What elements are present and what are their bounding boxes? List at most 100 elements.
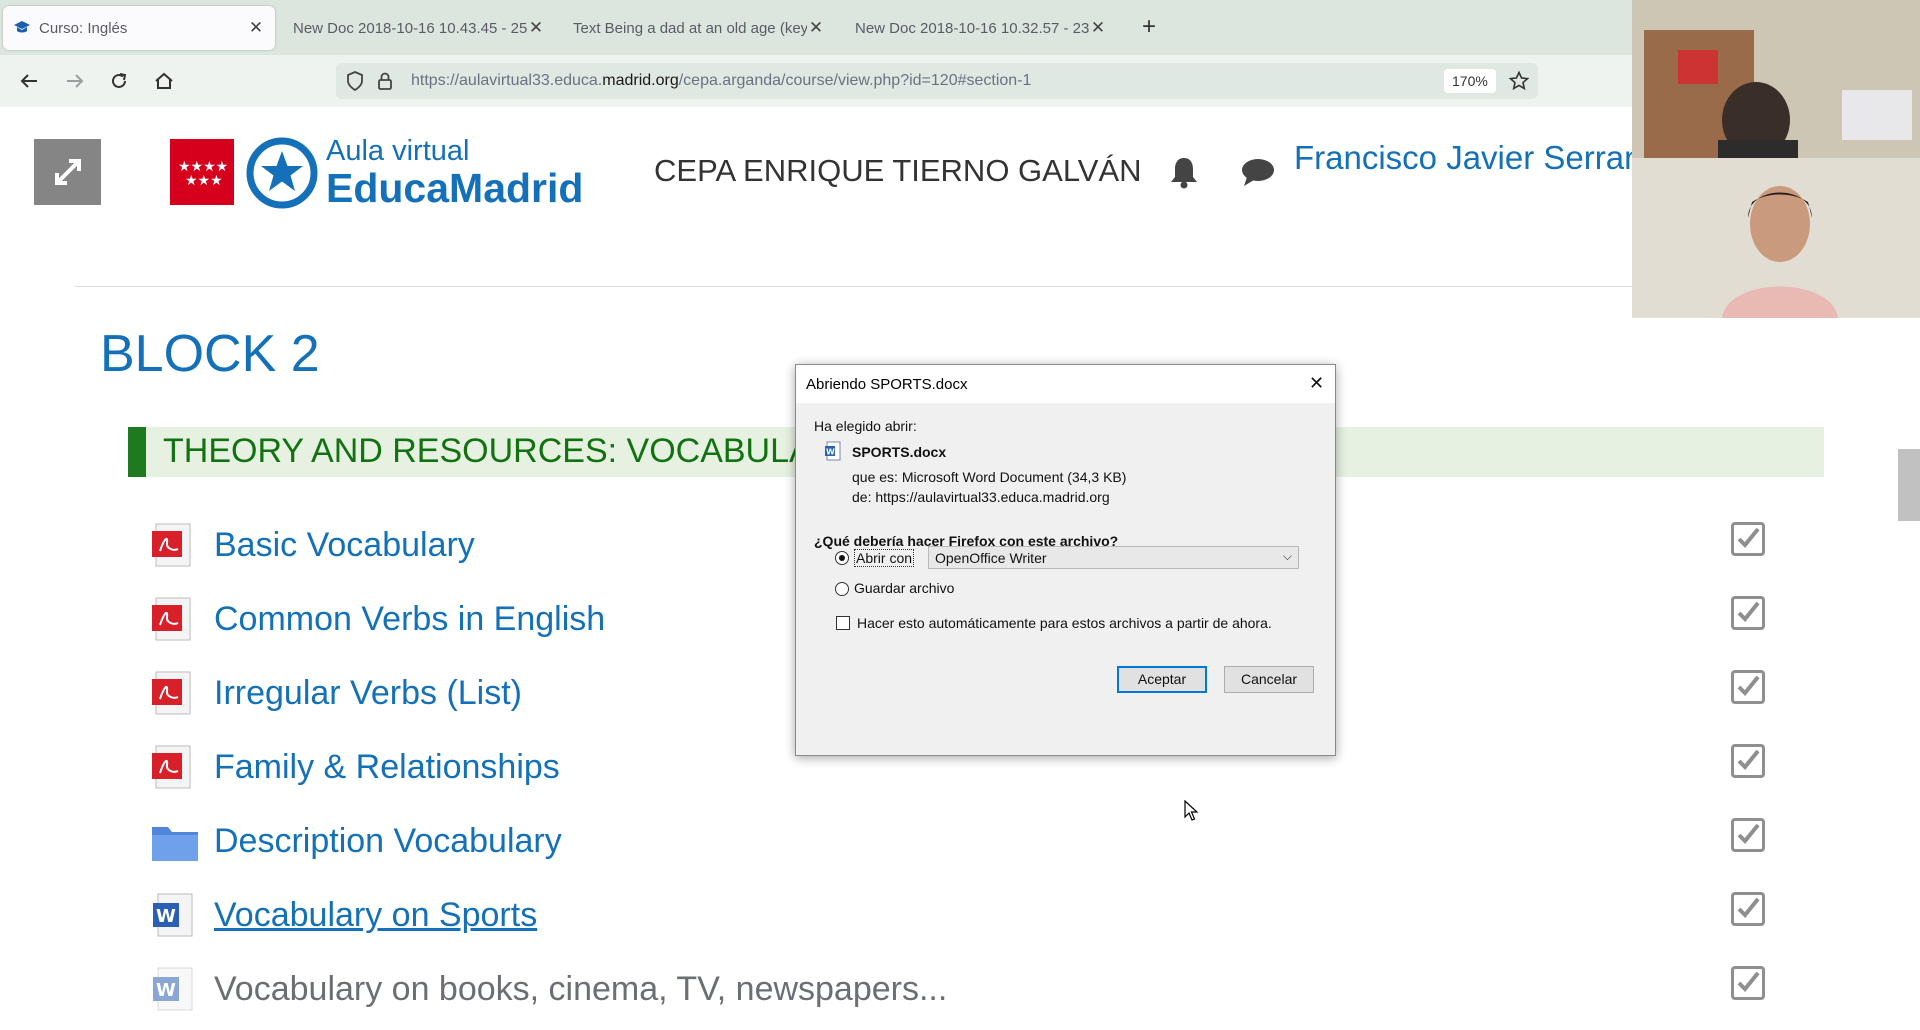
zoom-level[interactable]: 170% xyxy=(1444,69,1496,93)
bookmark-star-icon[interactable] xyxy=(1508,70,1530,92)
svg-text:W: W xyxy=(156,906,176,927)
word-doc-icon: W xyxy=(153,967,193,1011)
reload-button[interactable] xyxy=(104,66,134,96)
chevron-down-icon: ⌵ xyxy=(1282,549,1292,563)
dialog-body: Ha elegido abrir: W SPORTS.docx que es: … xyxy=(796,403,1335,755)
completion-checkbox[interactable] xyxy=(1731,596,1765,630)
activity-link[interactable]: Irregular Verbs (List) xyxy=(214,674,522,713)
home-button[interactable] xyxy=(149,66,179,96)
page-scrollbar[interactable] xyxy=(1898,449,1920,521)
tab-label: New Doc 2018-10-16 10.43.45 - 25 xyxy=(293,19,527,37)
aula-virtual-label: Aula virtual xyxy=(326,135,470,167)
comunidad-madrid-logo: ★★★★ ★★★ xyxy=(170,139,234,205)
activity-link[interactable]: Basic Vocabulary xyxy=(214,526,475,565)
tab-new-doc-2[interactable]: New Doc 2018-10-16 10.32.57 - 23 ✕ xyxy=(845,6,1117,50)
arrow-right-icon xyxy=(67,74,84,88)
file-type: que es: Microsoft Word Document (34,3 KB… xyxy=(852,469,1127,485)
activity-link[interactable]: Vocabulary on books, cinema, TV, newspap… xyxy=(214,970,947,1009)
shield-icon[interactable] xyxy=(344,70,366,92)
close-icon[interactable]: ✕ xyxy=(807,18,825,38)
svg-text:W: W xyxy=(826,448,835,457)
person-video-icon xyxy=(1632,0,1920,158)
accept-button[interactable]: Aceptar xyxy=(1117,666,1207,693)
save-file-label[interactable]: Guardar archivo xyxy=(854,580,954,596)
close-icon[interactable]: ✕ xyxy=(247,18,265,38)
home-icon xyxy=(155,72,173,89)
educamadrid-brand[interactable]: EducaMadrid xyxy=(326,165,583,212)
activity-link[interactable]: Description Vocabulary xyxy=(214,822,562,861)
fullscreen-toggle-button[interactable] xyxy=(34,139,101,205)
url-text[interactable]: https://aulavirtual33.educa.madrid.org/c… xyxy=(411,72,1031,90)
educamadrid-star-logo-icon xyxy=(246,137,318,209)
dialog-title: Abriendo SPORTS.docx xyxy=(806,376,968,393)
folder-icon xyxy=(152,827,198,861)
list-item[interactable]: W Vocabulary on books, cinema, TV, newsp… xyxy=(150,959,1790,1019)
open-with-select[interactable]: OpenOffice Writer ⌵ xyxy=(928,546,1299,569)
cancel-button[interactable]: Cancelar xyxy=(1224,666,1314,693)
expand-arrows-icon xyxy=(54,159,81,185)
pdf-icon xyxy=(152,671,191,715)
svg-text:W: W xyxy=(156,980,176,1001)
user-name-link[interactable]: Francisco Javier Serrano xyxy=(1294,139,1661,177)
back-button[interactable] xyxy=(14,66,44,96)
section-accent-bar xyxy=(128,427,146,477)
chosen-label: Ha elegido abrir: xyxy=(814,418,917,434)
auto-action-checkbox[interactable] xyxy=(836,616,850,630)
checkmark-icon xyxy=(1737,601,1760,622)
checkmark-icon xyxy=(1737,675,1760,696)
webcam-video-2 xyxy=(1632,158,1920,318)
completion-checkbox[interactable] xyxy=(1731,892,1765,926)
arrow-left-icon xyxy=(20,74,37,88)
select-value: OpenOffice Writer xyxy=(935,550,1047,566)
tab-label: New Doc 2018-10-16 10.32.57 - 23 xyxy=(855,19,1089,37)
graduation-cap-icon xyxy=(14,21,30,33)
activity-link[interactable]: Vocabulary on Sports xyxy=(214,896,537,935)
save-file-radio[interactable] xyxy=(835,582,849,596)
completion-checkbox[interactable] xyxy=(1731,818,1765,852)
list-item[interactable]: Description Vocabulary xyxy=(150,811,1790,871)
webcam-video-1 xyxy=(1632,0,1920,158)
checkmark-icon xyxy=(1737,823,1760,844)
header-divider xyxy=(75,286,1635,287)
open-file-dialog: Abriendo SPORTS.docx ✕ Ha elegido abrir:… xyxy=(795,364,1336,756)
close-icon[interactable]: ✕ xyxy=(1309,373,1324,394)
pdf-icon xyxy=(152,523,191,567)
center-name: CEPA ENRIQUE TIERNO GALVÁN xyxy=(654,153,1142,188)
word-doc-icon: W xyxy=(153,893,193,937)
completion-checkbox[interactable] xyxy=(1731,744,1765,778)
auto-action-label[interactable]: Hacer esto automáticamente para estos ar… xyxy=(857,615,1272,631)
checkmark-icon xyxy=(1737,897,1760,918)
open-with-label[interactable]: Abrir con xyxy=(854,549,915,567)
messages-chat-icon[interactable] xyxy=(1241,157,1275,187)
stars-icon: ★★★★ ★★★ xyxy=(178,159,228,189)
close-icon[interactable]: ✕ xyxy=(1089,18,1107,38)
completion-checkbox[interactable] xyxy=(1731,670,1765,704)
pdf-icon xyxy=(152,597,191,641)
list-item[interactable]: W Vocabulary on Sports xyxy=(150,885,1790,945)
lock-icon[interactable] xyxy=(374,70,396,92)
activity-link[interactable]: Family & Relationships xyxy=(214,748,560,787)
reload-icon xyxy=(112,73,127,88)
forward-button[interactable] xyxy=(60,66,90,96)
word-doc-icon: W xyxy=(825,441,841,461)
tab-new-doc-1[interactable]: New Doc 2018-10-16 10.43.45 - 25 ✕ xyxy=(283,6,555,50)
svg-text:★★★: ★★★ xyxy=(185,173,223,189)
checkmark-icon xyxy=(1737,749,1760,770)
notifications-bell-icon[interactable] xyxy=(1168,155,1200,189)
tab-text-being-a-dad[interactable]: Text Being a dad at an old age (key ✕ xyxy=(563,6,835,50)
url-bar[interactable]: https://aulavirtual33.educa.madrid.org/c… xyxy=(336,63,1538,99)
completion-checkbox[interactable] xyxy=(1731,522,1765,556)
tab-curso-ingles[interactable]: Curso: Inglés ✕ xyxy=(3,6,275,50)
activity-link[interactable]: Common Verbs in English xyxy=(214,600,605,639)
close-icon[interactable]: ✕ xyxy=(527,18,545,38)
tab-label: Curso: Inglés xyxy=(39,19,128,37)
section-title: THEORY AND RESOURCES: VOCABULARY xyxy=(163,432,859,470)
completion-checkbox[interactable] xyxy=(1731,966,1765,1000)
file-source: de: https://aulavirtual33.educa.madrid.o… xyxy=(852,489,1110,505)
checkmark-icon xyxy=(1737,527,1760,548)
new-tab-button[interactable]: + xyxy=(1136,14,1162,40)
tab-label: Text Being a dad at an old age (key xyxy=(573,19,807,37)
mouse-cursor-icon xyxy=(1184,800,1199,821)
block-title: BLOCK 2 xyxy=(100,325,320,383)
open-with-radio[interactable] xyxy=(835,551,849,565)
